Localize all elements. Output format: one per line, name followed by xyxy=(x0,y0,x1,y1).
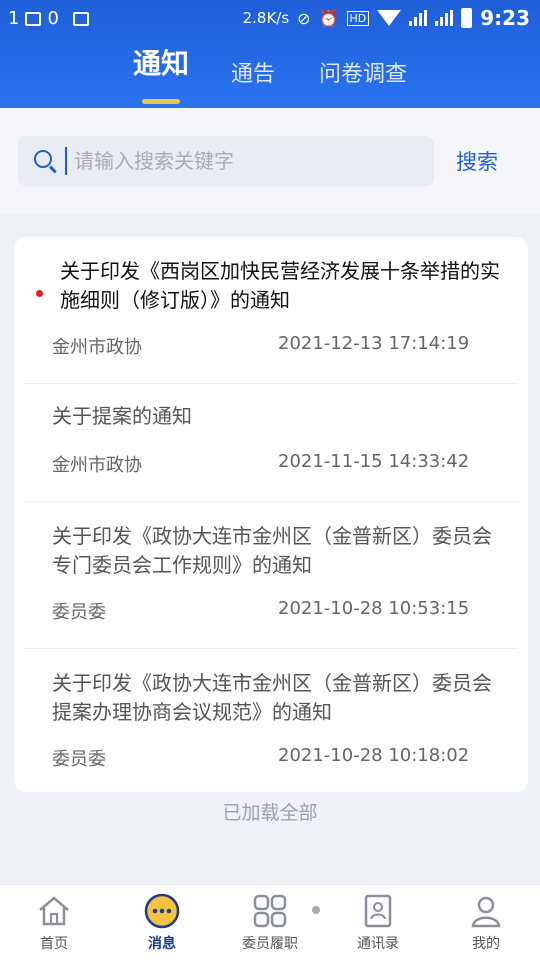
signal-icon xyxy=(409,10,428,26)
hd-icon: HD xyxy=(346,10,370,26)
profile-icon xyxy=(471,896,501,928)
bottom-nav: 首页 消息 委员履职 通讯录 我的 xyxy=(0,884,540,960)
notice-time: 2021-12-13 17:14:19 xyxy=(278,333,470,354)
grid-icon xyxy=(253,894,287,928)
home-icon xyxy=(39,896,69,926)
notice-source: 金州市政协 xyxy=(52,455,142,476)
list-item[interactable]: 关于印发《政协大连市金州区（金普新区）委员会专门委员会工作规则》的通知 委员委 … xyxy=(14,502,528,648)
nav-profile-label: 我的 xyxy=(472,936,500,952)
status-text-2: 0 xyxy=(47,8,59,29)
nav-home[interactable]: 首页 xyxy=(9,885,99,960)
tab-notice[interactable]: 通知 xyxy=(133,42,189,82)
header: 1 0 2.8K/s ⊘ ⏰ HD 9:23 通知 通告 问卷调查 xyxy=(0,0,540,108)
search-bar: 搜索 xyxy=(0,108,540,214)
status-bar: 1 0 2.8K/s ⊘ ⏰ HD 9:23 xyxy=(0,0,540,36)
notice-title: 关于印发《政协大连市金州区（金普新区）委员会提案办理协商会议规范》的通知 xyxy=(52,671,492,724)
battery-icon xyxy=(461,8,473,28)
list-end-label: 已加载全部 xyxy=(222,802,318,824)
notice-title: 关于印发《政协大连市金州区（金普新区）委员会专门委员会工作规则》的通知 xyxy=(52,524,492,577)
list-item[interactable]: 关于提案的通知 金州市政协 2021-11-15 14:33:42 xyxy=(14,384,528,501)
nav-profile[interactable]: 我的 xyxy=(441,885,531,960)
nav-contacts-label: 通讯录 xyxy=(357,936,399,952)
search-icon xyxy=(34,150,52,168)
notice-title: 关于印发《西岗区加快民营经济发展十条举措的实施细则（修订版）》的通知 xyxy=(60,259,500,312)
notice-list: 关于印发《西岗区加快民营经济发展十条举措的实施细则（修订版）》的通知 金州市政协… xyxy=(14,237,528,792)
nav-home-label: 首页 xyxy=(40,936,68,952)
tab-announcement[interactable]: 通告 xyxy=(231,56,275,88)
notice-time: 2021-10-28 10:53:15 xyxy=(278,598,470,619)
network-speed: 2.8K/s xyxy=(242,9,290,27)
notice-time: 2021-11-15 14:33:42 xyxy=(278,451,470,472)
unread-dot xyxy=(36,290,43,297)
message-icon xyxy=(144,893,180,929)
status-text: 1 xyxy=(8,8,20,29)
nav-message[interactable]: 消息 xyxy=(117,885,207,960)
tab-bar: 通知 通告 问卷调查 xyxy=(0,46,540,106)
nav-contacts[interactable]: 通讯录 xyxy=(333,885,423,960)
signal-icon-2 xyxy=(435,10,454,26)
notice-source: 委员委 xyxy=(52,602,106,623)
search-button[interactable]: 搜索 xyxy=(456,146,498,176)
search-box[interactable] xyxy=(18,136,434,186)
notice-source: 委员委 xyxy=(52,749,106,770)
nav-duty-label: 委员履职 xyxy=(242,936,298,952)
tab-active-indicator xyxy=(142,99,180,104)
text-cursor xyxy=(65,147,67,175)
search-input[interactable] xyxy=(74,136,424,186)
mute-icon: ⊘ xyxy=(297,8,311,28)
image-notification-icon xyxy=(25,11,42,26)
wifi-icon xyxy=(377,10,402,26)
nav-message-label: 消息 xyxy=(148,936,176,952)
sim-notification-icon xyxy=(72,11,89,26)
nav-badge-dot xyxy=(312,906,320,914)
list-item[interactable]: 关于印发《政协大连市金州区（金普新区）委员会提案办理协商会议规范》的通知 委员委… xyxy=(14,649,528,792)
clock: 9:23 xyxy=(480,6,530,30)
notice-time: 2021-10-28 10:18:02 xyxy=(278,745,470,766)
notice-source: 金州市政协 xyxy=(52,337,142,358)
contacts-icon xyxy=(364,894,392,928)
notice-title: 关于提案的通知 xyxy=(52,404,192,428)
alarm-icon: ⏰ xyxy=(318,8,339,28)
list-item[interactable]: 关于印发《西岗区加快民营经济发展十条举措的实施细则（修订版）》的通知 金州市政协… xyxy=(14,237,528,383)
tab-questionnaire[interactable]: 问卷调查 xyxy=(319,56,407,88)
nav-duty[interactable]: 委员履职 xyxy=(225,885,315,960)
